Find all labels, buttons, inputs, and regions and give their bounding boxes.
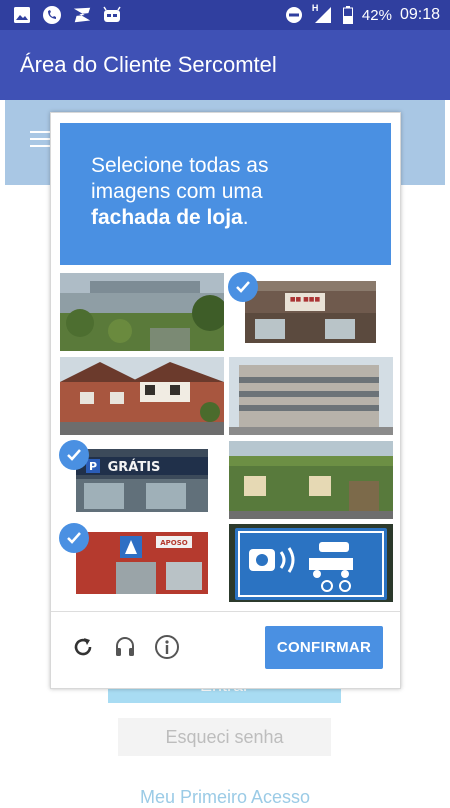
app-bar: Área do Cliente Sercomtel	[0, 30, 450, 100]
captcha-tile-6[interactable]	[229, 441, 393, 519]
captcha-dialog: Selecione todas as imagens com uma facha…	[50, 112, 401, 689]
instruction-line-2: imagens com uma	[91, 180, 263, 203]
captcha-tile-3[interactable]	[60, 357, 224, 435]
captcha-tile-5[interactable]: P GRÁTIS	[59, 440, 224, 519]
app-title: Área do Cliente Sercomtel	[20, 52, 277, 77]
selected-check-icon	[59, 523, 89, 553]
menu-icon[interactable]	[30, 131, 50, 152]
captcha-tile-4[interactable]	[229, 357, 393, 435]
signal-icon: H	[311, 3, 334, 25]
svg-text:■■ ■■■: ■■ ■■■	[290, 296, 321, 303]
captcha-footer-divider	[51, 611, 400, 612]
captcha-tile-8[interactable]	[229, 524, 393, 602]
clock: 09:18	[399, 6, 440, 23]
reload-icon[interactable]	[68, 632, 98, 662]
status-bar: H 42% 09:18	[0, 0, 450, 30]
android-icon	[102, 5, 122, 25]
first-access-link[interactable]: Meu Primeiro Acesso	[0, 786, 450, 808]
instruction-line-1: Selecione todas as	[91, 154, 269, 177]
battery-icon	[342, 5, 354, 25]
dnd-icon	[284, 5, 304, 25]
selected-check-icon	[228, 272, 258, 302]
confirm-button[interactable]: CONFIRMAR	[265, 626, 383, 669]
info-icon[interactable]	[152, 632, 182, 662]
captcha-instructions: Selecione todas as imagens com uma facha…	[60, 123, 391, 265]
captcha-tile-7[interactable]: APOSO	[59, 523, 224, 602]
audio-challenge-icon[interactable]	[110, 632, 140, 662]
svg-text:GRÁTIS: GRÁTIS	[108, 459, 161, 475]
svg-text:APOSO: APOSO	[160, 539, 188, 547]
instruction-line-3: fachada de loja.	[91, 205, 249, 231]
battery-percent: 42%	[361, 6, 392, 24]
instruction-period: .	[242, 206, 249, 229]
captcha-tile-1[interactable]	[60, 273, 224, 351]
captcha-tile-2[interactable]: ■■ ■■■	[228, 272, 393, 351]
svg-text:P: P	[89, 460, 97, 473]
forgot-password-button[interactable]: Esqueci senha	[118, 718, 331, 756]
selected-check-icon	[59, 440, 89, 470]
app-icon	[72, 5, 92, 25]
image-icon	[12, 5, 32, 25]
instruction-target: fachada de loja	[91, 206, 243, 229]
network-type-label: H	[311, 3, 319, 13]
phone-icon	[42, 5, 62, 25]
